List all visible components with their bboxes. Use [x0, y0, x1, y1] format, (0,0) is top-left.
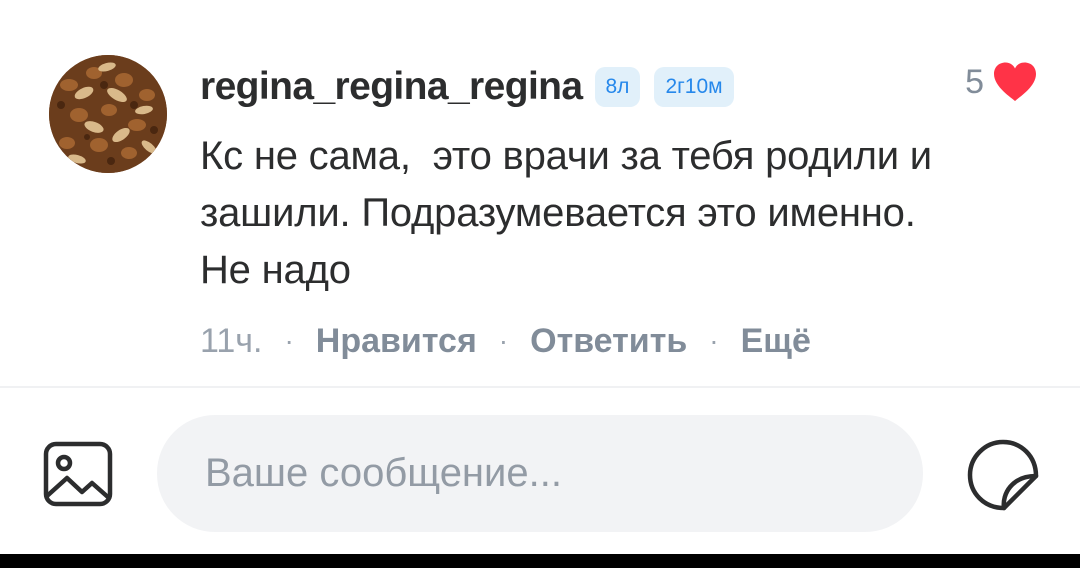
comment-screen: regina_regina_regina 8л 2г10м 5 Кс не са…	[0, 0, 1080, 568]
account-age-badge: 8л	[594, 67, 641, 107]
separator-dot: ·	[498, 325, 509, 356]
avatar[interactable]	[49, 55, 167, 173]
message-input[interactable]	[157, 415, 923, 532]
like-button[interactable]: Нравится	[316, 322, 477, 361]
divider	[0, 386, 1080, 388]
comment-actions: 11ч. · Нравится · Ответить · Ещё	[200, 316, 811, 366]
author-name[interactable]: regina_regina_regina	[200, 65, 583, 109]
comment-time: 11ч.	[200, 321, 263, 360]
sticker-icon[interactable]	[964, 436, 1040, 512]
system-navigation-bar	[0, 554, 1080, 568]
comment-text: Кс не сама, это врачи за тебя родили и з…	[200, 134, 932, 292]
more-button[interactable]: Ещё	[741, 322, 811, 361]
image-icon[interactable]	[40, 436, 116, 512]
comment-header: regina_regina_regina 8л 2г10м	[200, 62, 734, 112]
separator-dot: ·	[284, 325, 294, 356]
like-count: 5	[965, 62, 984, 101]
like-counter[interactable]: 5	[965, 60, 1038, 104]
avatar-image	[49, 55, 167, 173]
separator-dot: ·	[709, 325, 719, 356]
membership-badge: 2г10м	[654, 67, 734, 107]
reply-button[interactable]: Ответить	[530, 322, 687, 361]
heart-icon[interactable]	[992, 61, 1038, 103]
